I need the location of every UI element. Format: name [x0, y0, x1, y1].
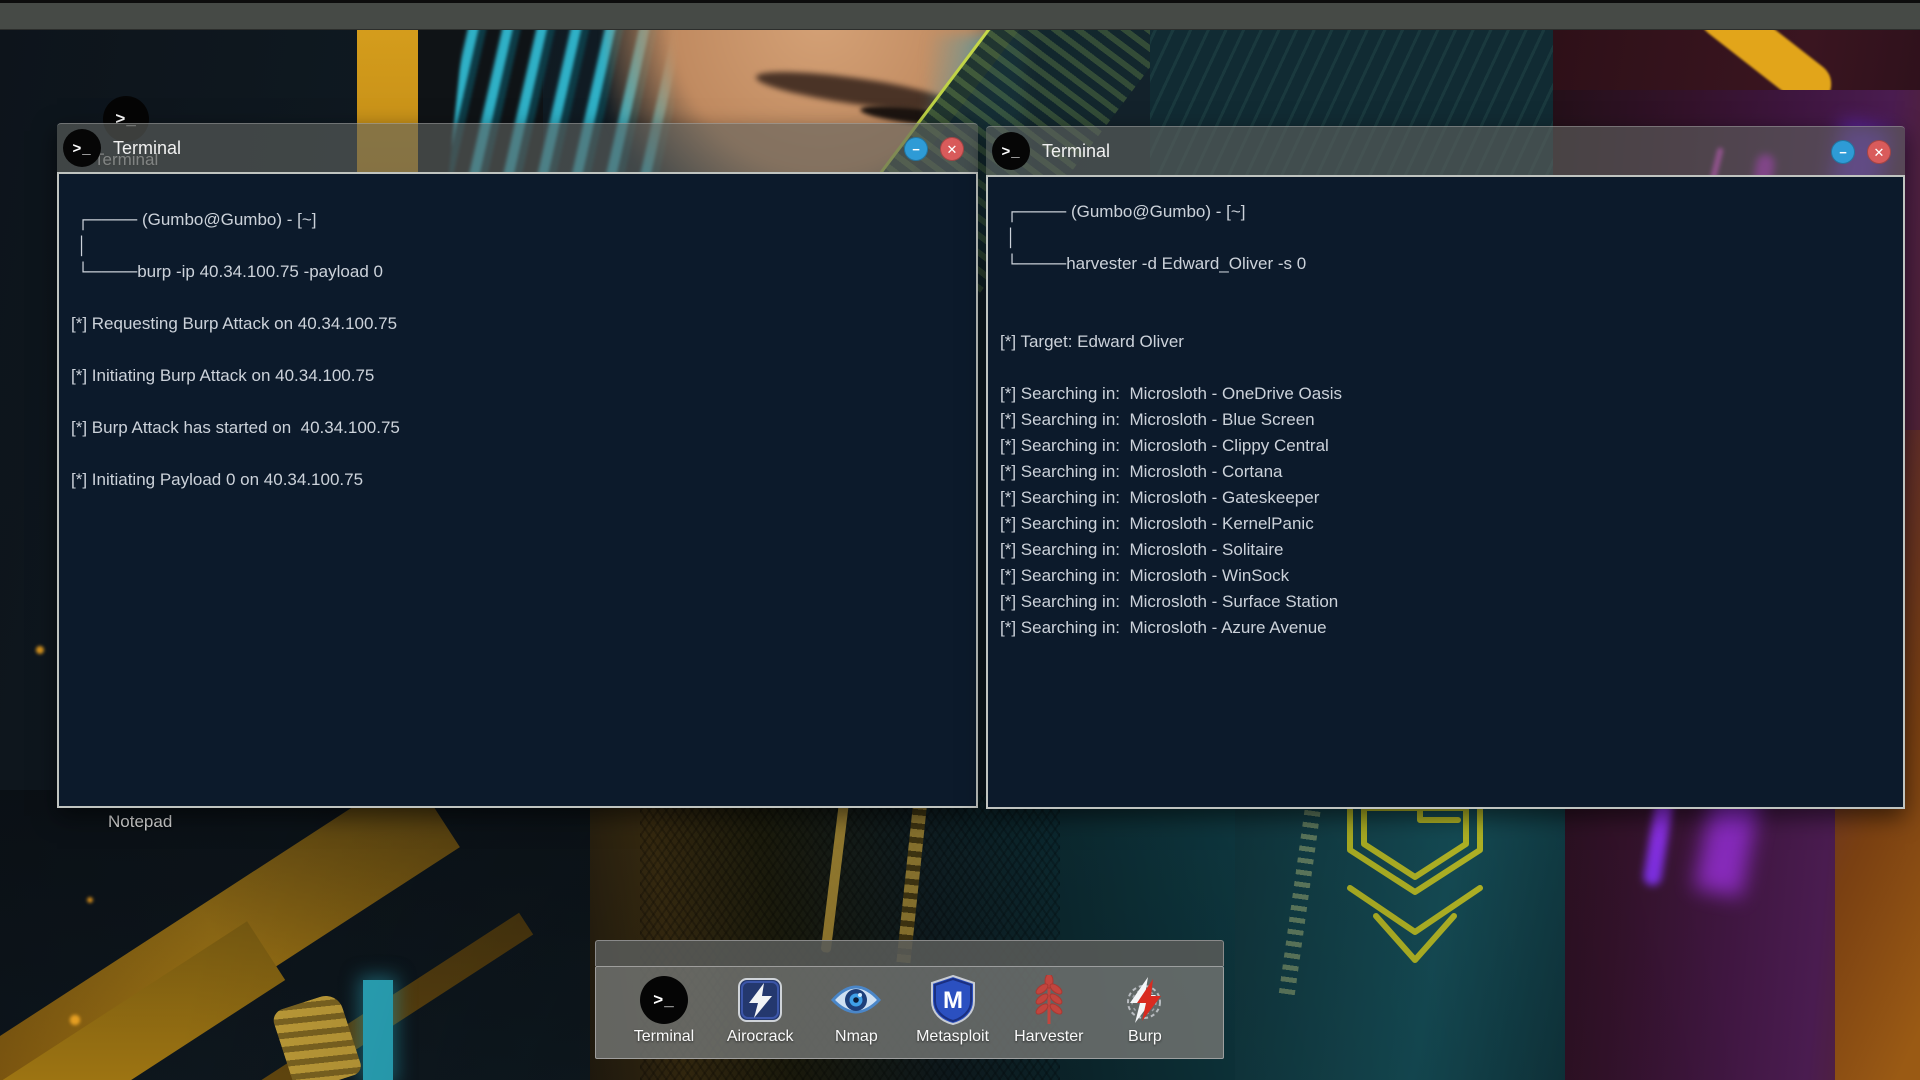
terminal-output-line: [*] Searching in: Microsloth - WinSock [1000, 563, 1893, 589]
terminal-output-line: [*] Searching in: Microsloth - Blue Scre… [1000, 407, 1893, 433]
terminal-output-line: [*] Searching in: Microsloth - OneDrive … [1000, 381, 1893, 407]
left-window-titlebar[interactable]: >_ Terminal − ✕ [57, 123, 978, 172]
right-window-titlebar[interactable]: >_ Terminal − ✕ [986, 126, 1905, 175]
prompt-line: │ [1006, 225, 1893, 251]
dock-item-terminal[interactable]: >_ Terminal [620, 974, 708, 1058]
terminal-output-line: [*] Initiating Payload 0 on 40.34.100.75 [71, 467, 966, 493]
top-bar [0, 0, 1920, 30]
dock-main: >_ Terminal Airocrack [595, 966, 1224, 1059]
close-icon: ✕ [947, 143, 958, 156]
dock-item-burp[interactable]: Burp [1101, 974, 1189, 1058]
terminal-icon: >_ [63, 129, 101, 167]
nmap-icon [830, 974, 882, 1026]
terminal-output-line: [*] Searching in: Microsloth - KernelPan… [1000, 511, 1893, 537]
left-window-title: Terminal [113, 138, 181, 159]
terminal-output-line: [*] Requesting Burp Attack on 40.34.100.… [71, 311, 966, 337]
command-line: └────burp -ip 40.34.100.75 -payload 0 [77, 259, 966, 285]
close-button[interactable]: ✕ [940, 137, 964, 161]
close-button[interactable]: ✕ [1867, 140, 1891, 164]
dock-item-label: Harvester [1014, 1028, 1083, 1046]
burp-icon [1120, 974, 1170, 1026]
minimize-button[interactable]: − [904, 137, 928, 161]
dock-item-label: Metasploit [916, 1028, 989, 1046]
terminal-output-line: [*] Searching in: Microsloth - Surface S… [1000, 589, 1893, 615]
dock-item-label: Nmap [835, 1028, 878, 1046]
terminal-glyph: >_ [653, 990, 674, 1010]
terminal-output-line: [*] Searching in: Microsloth - Gateskeep… [1000, 485, 1893, 511]
minimize-icon: − [912, 143, 920, 156]
desktop-screen: >_ Terminal Notepad >_ Terminal − ✕ ┌───… [0, 0, 1920, 1080]
minimize-button[interactable]: − [1831, 140, 1855, 164]
close-icon: ✕ [1874, 146, 1885, 159]
prompt-line: ┌──── (Gumbo@Gumbo) - [~] [77, 207, 966, 233]
terminal-output-line: [*] Initiating Burp Attack on 40.34.100.… [71, 363, 966, 389]
terminal-glyph: >_ [1001, 143, 1020, 160]
dock-item-label: Airocrack [727, 1028, 794, 1046]
left-terminal-screen[interactable]: ┌──── (Gumbo@Gumbo) - [~] │ └────burp -i… [57, 172, 978, 808]
terminal-icon: >_ [992, 132, 1030, 170]
terminal-output-line: [*] Searching in: Microsloth - Cortana [1000, 459, 1893, 485]
prompt-line: ┌──── (Gumbo@Gumbo) - [~] [1006, 199, 1893, 225]
terminal-glyph: >_ [72, 140, 91, 157]
terminal-output-line: [*] Searching in: Microsloth - Clippy Ce… [1000, 433, 1893, 459]
right-terminal-screen[interactable]: ┌──── (Gumbo@Gumbo) - [~] │ └────harvest… [986, 175, 1905, 809]
harvester-icon [1034, 974, 1064, 1026]
command-line: └────harvester -d Edward_Oliver -s 0 [1006, 251, 1893, 277]
airocrack-icon [737, 974, 783, 1026]
window-terminal-left: >_ Terminal − ✕ ┌──── (Gumbo@Gumbo) - [~… [57, 123, 978, 808]
right-window-title: Terminal [1042, 141, 1110, 162]
window-terminal-right: >_ Terminal − ✕ ┌──── (Gumbo@Gumbo) - [~… [986, 126, 1905, 809]
dock-item-airocrack[interactable]: Airocrack [716, 974, 804, 1058]
terminal-output-line: [*] Searching in: Microsloth - Azure Ave… [1000, 615, 1893, 641]
desktop-icon-notepad-label: Notepad [108, 812, 172, 832]
dock-upper-strip [595, 940, 1224, 966]
minimize-icon: − [1839, 146, 1847, 159]
prompt-line: │ [77, 233, 966, 259]
dock-item-nmap[interactable]: Nmap [812, 974, 900, 1058]
search-results-block: [*] Searching in: Microsloth - OneDrive … [1000, 381, 1893, 641]
metasploit-icon: M [930, 974, 976, 1026]
terminal-output-line: [*] Burp Attack has started on 40.34.100… [71, 415, 966, 441]
dock: >_ Terminal Airocrack [595, 940, 1224, 1059]
terminal-icon: >_ [640, 974, 688, 1026]
dock-item-label: Terminal [634, 1028, 694, 1046]
dock-item-harvester[interactable]: Harvester [1005, 974, 1093, 1058]
dock-item-metasploit[interactable]: M Metasploit [909, 974, 997, 1058]
terminal-output-line: [*] Target: Edward Oliver [1000, 329, 1893, 355]
terminal-output-line: [*] Searching in: Microsloth - Solitaire [1000, 537, 1893, 563]
metasploit-letter: M [943, 987, 963, 1014]
dock-item-label: Burp [1128, 1028, 1162, 1046]
